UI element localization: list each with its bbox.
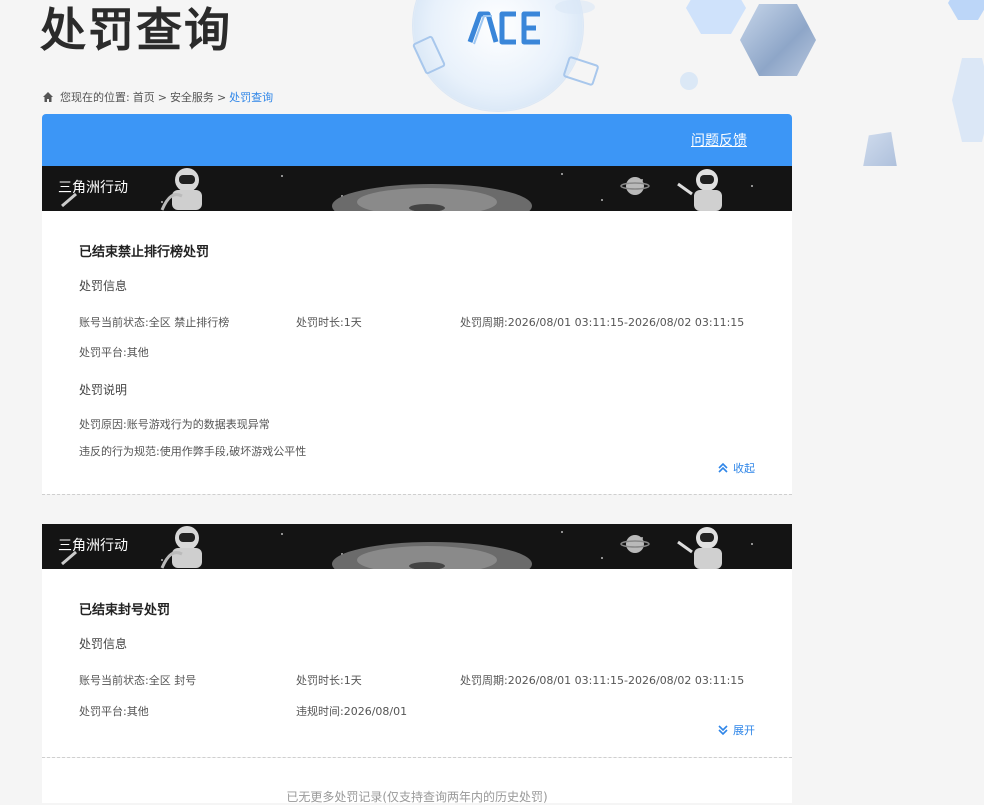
punishment-period: 处罚周期:2026/08/01 03:11:15-2026/08/02 03:1… — [460, 672, 744, 688]
field-value: 其他 — [126, 346, 149, 359]
info-section-title: 处罚信息 — [79, 637, 128, 651]
field-value: 2026/08/01 03:11:15-2026/08/02 03:11:15 — [507, 316, 745, 329]
punishment-record: 三角洲行动 已结束封号处罚 处罚信息 账号当前状态:全区 封号 处罚时长:1天 … — [42, 524, 792, 758]
field-value: 账号游戏行为的数据表现异常 — [126, 418, 270, 431]
records-header: 问题反馈 — [42, 114, 792, 166]
feedback-link[interactable]: 问题反馈 — [691, 130, 747, 150]
breadcrumb-separator: > — [216, 90, 227, 104]
breadcrumb: 您现在的位置: 首页 > 安全服务 > 处罚查询 — [42, 89, 273, 105]
astronaut-banner-art — [61, 526, 753, 569]
breadcrumb-current: 处罚查询 — [229, 91, 274, 104]
punishment-period: 处罚周期:2026/08/01 03:11:15-2026/08/02 03:1… — [460, 314, 744, 330]
violated-rule: 违反的行为规范:使用作弊手段,破坏游戏公平性 — [79, 443, 306, 459]
field-label: 账号当前状态: — [79, 316, 149, 329]
field-label: 处罚周期: — [460, 674, 508, 687]
field-value: 2026/08/01 — [343, 705, 408, 718]
chevron-double-up-icon — [718, 462, 728, 473]
field-value: 1天 — [343, 316, 362, 329]
game-banner: 三角洲行动 — [42, 166, 792, 211]
astronaut-right-icon — [677, 169, 722, 211]
field-label: 处罚周期: — [460, 316, 508, 329]
collapse-button[interactable]: 收起 — [717, 460, 755, 476]
field-label: 处罚时长: — [296, 674, 344, 687]
punishment-platform: 处罚平台:其他 — [79, 344, 149, 360]
field-label: 处罚原因: — [79, 418, 127, 431]
expand-label: 展开 — [733, 724, 755, 737]
field-label: 处罚时长: — [296, 316, 344, 329]
collapse-label: 收起 — [733, 462, 755, 475]
decorative-hexagon — [948, 0, 984, 20]
decorative-dot — [680, 72, 698, 90]
field-value: 全区 封号 — [148, 674, 197, 687]
decorative-hexagon — [952, 58, 984, 142]
violation-time: 违规时间:2026/08/01 — [296, 703, 407, 719]
character-avatar — [863, 132, 897, 166]
record-title: 已结束封号处罚 — [79, 603, 171, 618]
account-status: 账号当前状态:全区 封号 — [79, 672, 196, 688]
punishment-platform: 处罚平台:其他 — [79, 703, 149, 719]
decorative-dot — [555, 0, 595, 14]
planet-icon — [620, 535, 650, 553]
chevron-double-down-icon — [718, 725, 728, 736]
ace-logo — [467, 11, 540, 45]
info-section-title: 处罚信息 — [79, 279, 128, 293]
field-value: 其他 — [126, 705, 149, 718]
decorative-hexagon — [686, 0, 746, 34]
description-section-title: 处罚说明 — [79, 383, 128, 397]
expand-button[interactable]: 展开 — [717, 722, 755, 738]
record-title: 已结束禁止排行榜处罚 — [79, 245, 210, 260]
game-name: 三角洲行动 — [58, 538, 128, 554]
breadcrumb-prefix: 您现在的位置: — [60, 91, 130, 104]
punishment-record: 三角洲行动 已结束禁止排行榜处罚 处罚信息 账号当前状态:全区 禁止排行榜 处罚… — [42, 166, 792, 495]
field-label: 账号当前状态: — [79, 674, 149, 687]
astronaut-right-icon — [677, 527, 722, 569]
planet-icon — [620, 177, 650, 195]
punishment-reason: 处罚原因:账号游戏行为的数据表现异常 — [79, 416, 270, 432]
game-name: 三角洲行动 — [58, 180, 128, 196]
breadcrumb-security-link[interactable]: 安全服务 — [170, 89, 214, 105]
account-status: 账号当前状态:全区 禁止排行榜 — [79, 314, 229, 330]
home-icon — [43, 92, 53, 102]
field-value: 全区 禁止排行榜 — [148, 316, 230, 329]
breadcrumb-home-link[interactable]: 首页 — [133, 89, 155, 105]
astronaut-left-icon — [160, 168, 202, 211]
punishment-duration: 处罚时长:1天 — [296, 672, 362, 688]
game-banner: 三角洲行动 — [42, 524, 792, 569]
field-label: 处罚平台: — [79, 346, 127, 359]
character-avatar — [740, 4, 816, 76]
field-label: 违反的行为规范: — [79, 445, 160, 458]
field-label: 处罚平台: — [79, 705, 127, 718]
astronaut-banner-art — [61, 168, 753, 211]
field-label: 违规时间: — [296, 705, 344, 718]
breadcrumb-separator: > — [157, 90, 167, 104]
game-card-icon — [562, 55, 600, 87]
punishment-duration: 处罚时长:1天 — [296, 314, 362, 330]
field-value: 使用作弊手段,破坏游戏公平性 — [159, 445, 307, 458]
astronaut-left-icon — [160, 526, 202, 569]
no-more-records-note: 已无更多处罚记录(仅支持查询两年内的历史处罚) — [286, 790, 548, 804]
field-value: 1天 — [343, 674, 362, 687]
field-value: 2026/08/01 03:11:15-2026/08/02 03:11:15 — [507, 674, 745, 687]
page-title: 处罚查询 — [40, 3, 232, 57]
record-divider — [42, 494, 792, 495]
